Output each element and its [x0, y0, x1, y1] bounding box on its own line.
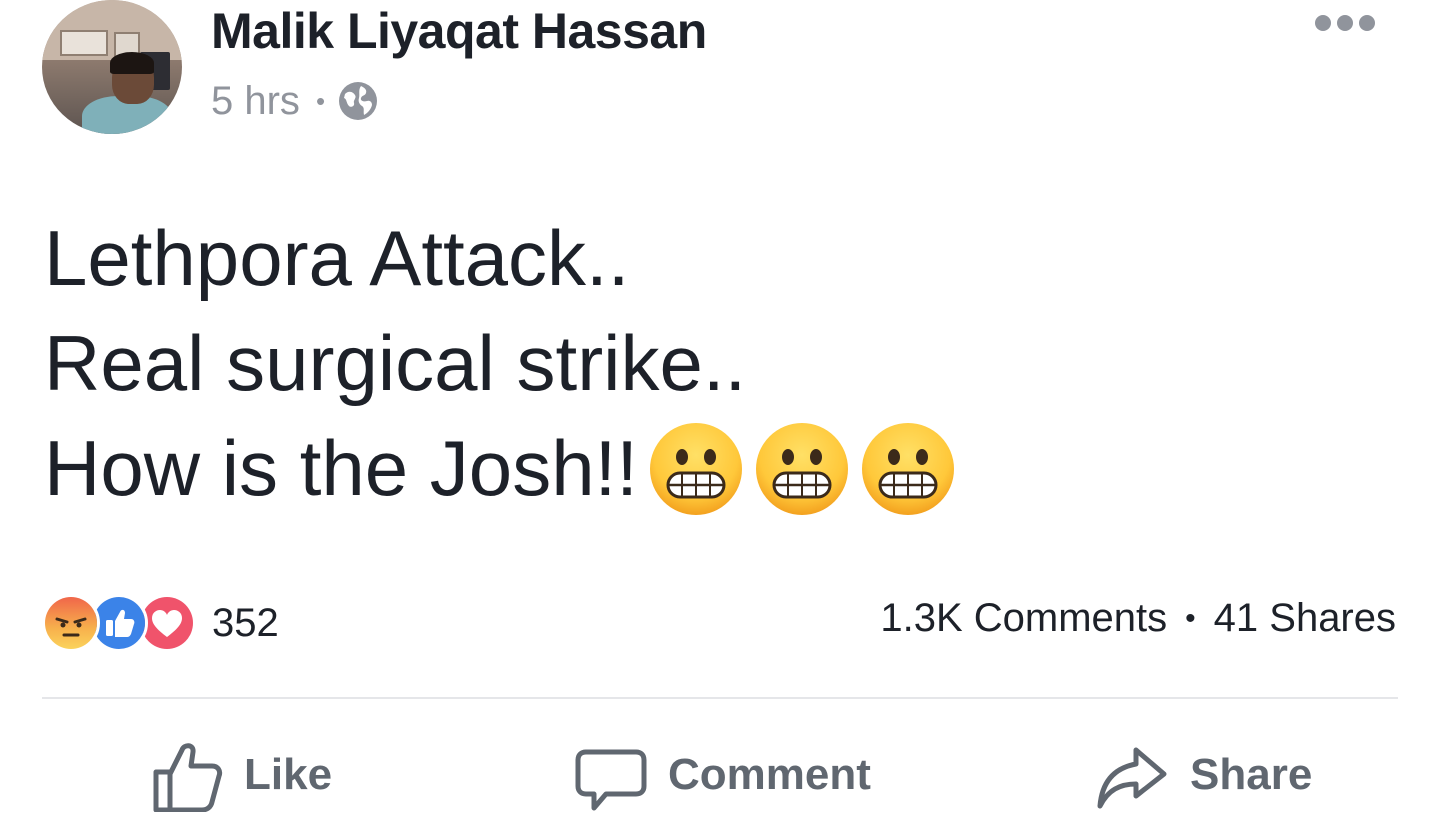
grinning-face-emoji: [860, 421, 956, 517]
reactions-summary[interactable]: 352: [42, 593, 279, 653]
share-button[interactable]: Share: [1096, 730, 1312, 820]
like-label: Like: [244, 750, 333, 799]
post-line-text: How is the Josh!!: [44, 424, 638, 512]
thumbs-up-icon: [153, 743, 223, 812]
globe-icon[interactable]: [337, 80, 379, 122]
post-line: Lethpora Attack..: [44, 206, 956, 311]
author-name[interactable]: Malik Liyaqat Hassan: [211, 2, 707, 60]
action-bar: Like Comment Share: [0, 730, 1440, 812]
grinning-face-emoji: [754, 421, 850, 517]
comment-button[interactable]: Comment: [574, 730, 871, 820]
post-line: How is the Josh!!: [44, 416, 956, 521]
meta-separator: •: [315, 85, 326, 116]
engagement-stats: 1.3K Comments • 41 Shares: [880, 596, 1396, 641]
post-timestamp[interactable]: 5 hrs: [211, 79, 300, 124]
post-card: Malik Liyaqat Hassan 5 hrs • Lethpora At…: [0, 0, 1440, 812]
share-label: Share: [1190, 750, 1313, 799]
post-body: Lethpora Attack.. Real surgical strike..…: [44, 206, 956, 521]
divider: [42, 697, 1398, 699]
author-avatar[interactable]: [42, 0, 182, 134]
share-arrow-icon: [1097, 747, 1167, 809]
post-line-text: Lethpora Attack..: [44, 214, 630, 302]
angry-reaction-icon: [42, 594, 100, 652]
post-line-text: Real surgical strike..: [44, 319, 747, 407]
comment-label: Comment: [668, 750, 871, 799]
post-meta: 5 hrs •: [211, 78, 379, 124]
post-line: Real surgical strike..: [44, 311, 956, 416]
grinning-face-emoji: [648, 421, 744, 517]
comment-bubble-icon: [575, 749, 647, 811]
shares-count-link[interactable]: 41 Shares: [1214, 596, 1396, 641]
stats-separator: •: [1185, 601, 1196, 635]
comments-count-link[interactable]: 1.3K Comments: [880, 596, 1167, 641]
avatar-window: [60, 30, 108, 56]
more-options-icon[interactable]: [1314, 8, 1376, 38]
reaction-count: 352: [212, 600, 279, 645]
like-button[interactable]: Like: [150, 730, 332, 820]
avatar-hair: [110, 52, 154, 74]
